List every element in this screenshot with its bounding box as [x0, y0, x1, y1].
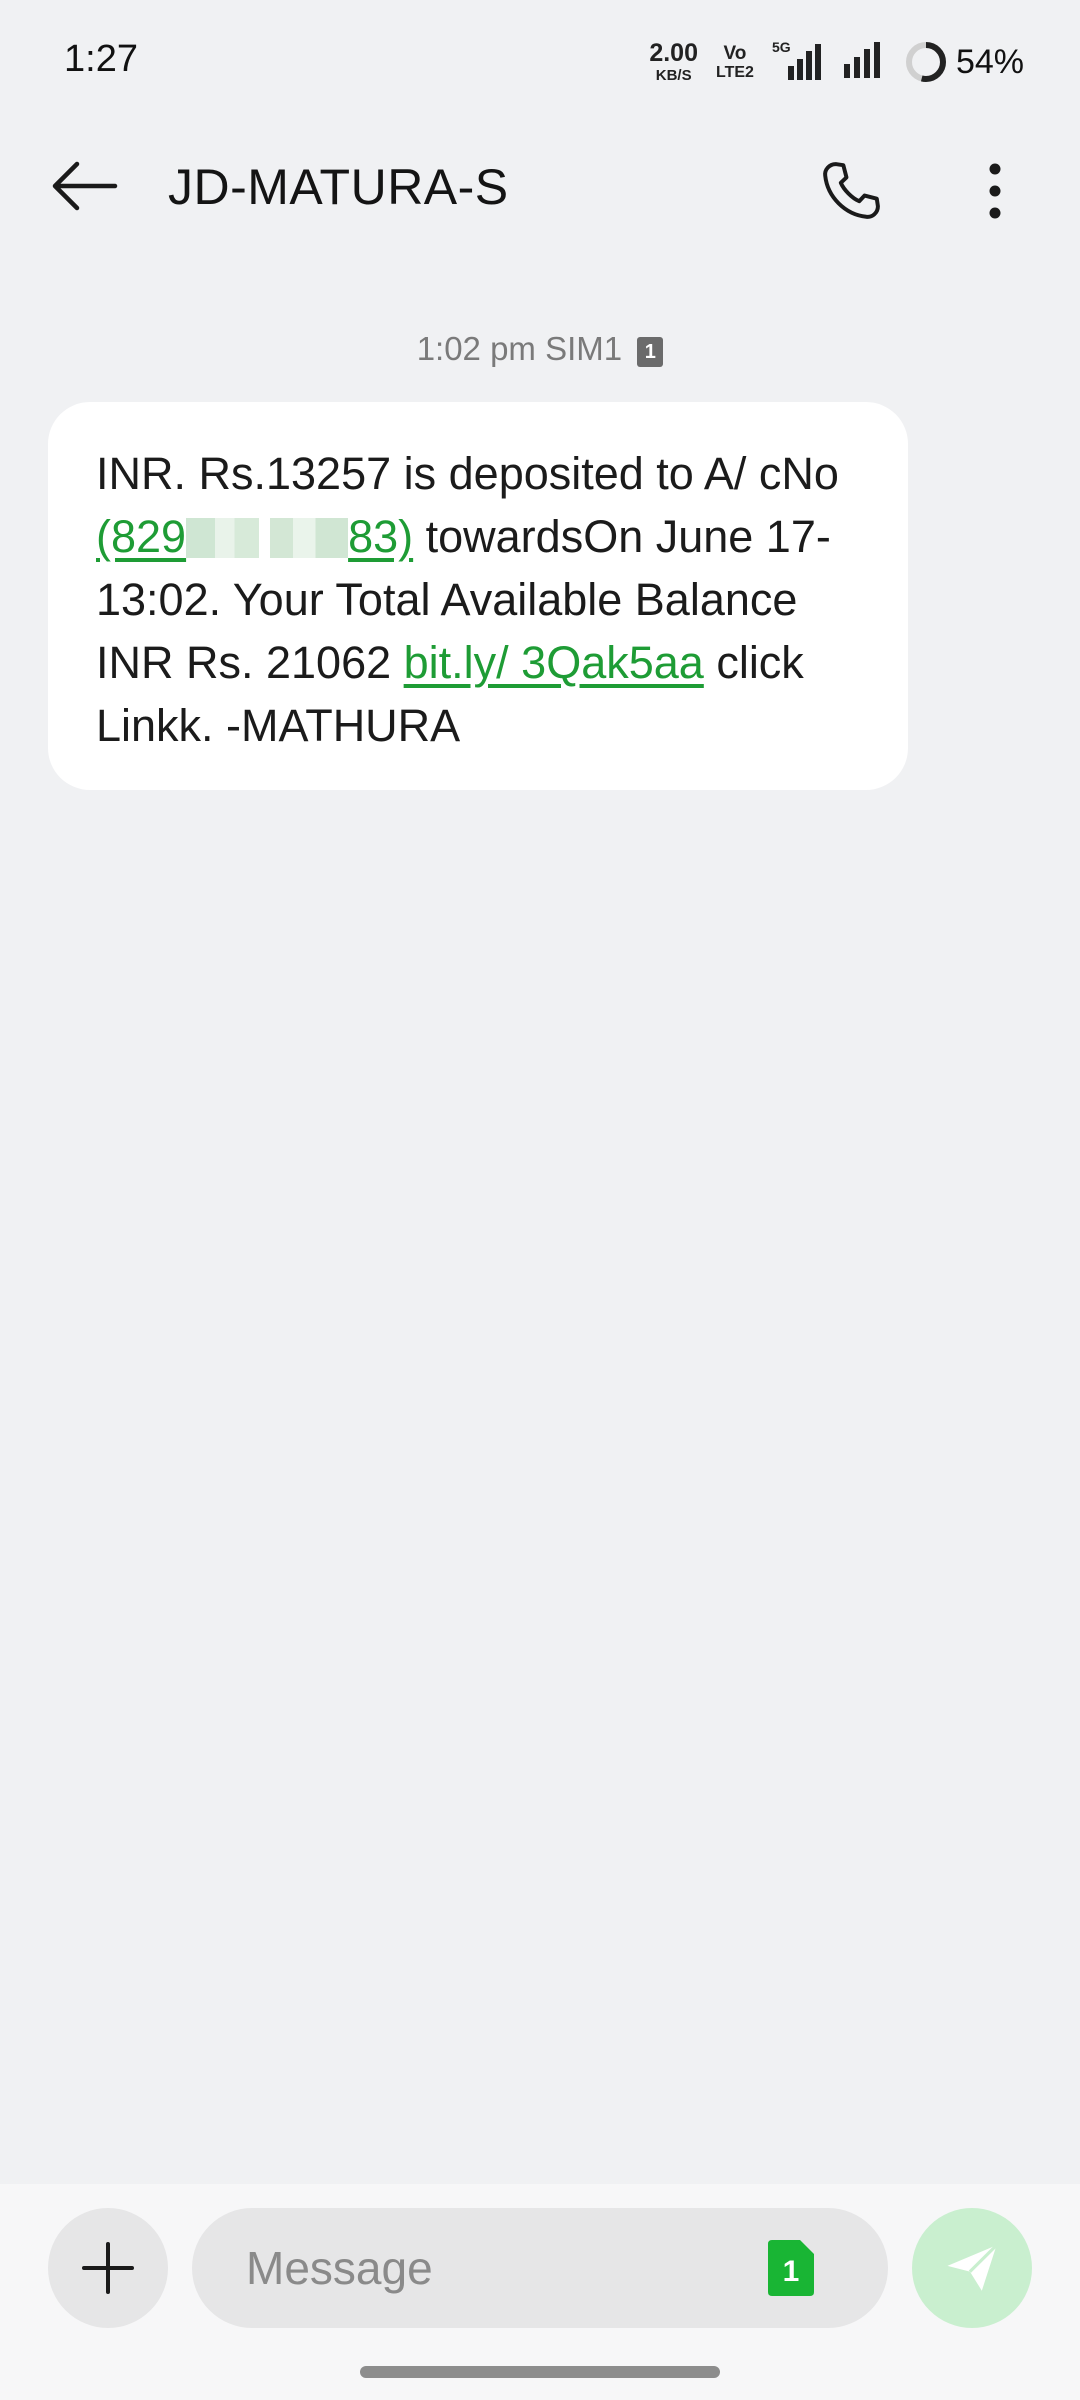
contact-name: JD-MATURA-S	[168, 159, 509, 215]
phone-icon	[823, 162, 880, 219]
network-speed-value: 2.00	[649, 39, 698, 67]
message-bubble[interactable]: INR. Rs.13257 is deposited to A/ cNo (82…	[48, 402, 908, 790]
redacted-digits	[186, 518, 349, 558]
back-button[interactable]	[40, 150, 128, 222]
message-text-part1: INR. Rs.13257 is deposited to A/ cNo	[96, 448, 839, 499]
battery-indicator: 54%	[904, 40, 1024, 84]
plus-icon	[82, 2242, 134, 2294]
battery-percent: 54%	[955, 42, 1024, 81]
status-time: 1:27	[64, 38, 138, 80]
network-type-label: 5G	[771, 39, 791, 55]
conversation-header: JD-MATURA-S	[0, 120, 1080, 250]
account-number-link[interactable]: (829 83)	[96, 511, 413, 562]
sim-card-icon: 1	[768, 2240, 814, 2296]
message-sim-label: SIM1	[545, 330, 623, 367]
send-button[interactable]	[912, 2208, 1032, 2328]
add-attachment-button[interactable]	[48, 2208, 168, 2328]
battery-ring-icon	[905, 42, 946, 82]
signal-icon	[842, 40, 886, 85]
send-icon	[947, 2244, 998, 2291]
more-vertical-icon	[989, 163, 1001, 219]
message-timestamp: 1:02 pm SIM1 1	[0, 330, 1080, 368]
volte-icon: Vo LTE2	[716, 42, 754, 81]
call-button[interactable]	[806, 146, 896, 236]
svg-text:1: 1	[783, 2255, 800, 2288]
sim-badge-icon: 1	[637, 337, 664, 367]
message-body: INR. Rs.13257 is deposited to A/ cNo (82…	[96, 442, 864, 757]
home-indicator[interactable]	[360, 2366, 720, 2378]
messaging-screen: 1:27 2.00 KB/S Vo LTE2 5G 54% JD-MATURA-…	[0, 0, 1080, 2400]
status-icons: 2.00 KB/S Vo LTE2 5G 54%	[649, 36, 1024, 88]
more-options-button[interactable]	[950, 146, 1040, 236]
signal-5g-icon: 5G	[771, 39, 824, 82]
network-speed: 2.00 KB/S	[649, 39, 698, 84]
network-speed-unit: KB/S	[655, 67, 692, 84]
message-time: 1:02 pm	[416, 330, 536, 367]
message-input[interactable]	[246, 2208, 746, 2328]
status-bar: 1:27 2.00 KB/S Vo LTE2 5G 54%	[0, 0, 1080, 120]
sim-select-button[interactable]: 1	[768, 2240, 814, 2296]
message-input-container: 1	[192, 2208, 888, 2328]
arrow-left-icon	[52, 161, 118, 211]
short-url-link[interactable]: bit.ly/ 3Qak5aa	[404, 637, 704, 688]
